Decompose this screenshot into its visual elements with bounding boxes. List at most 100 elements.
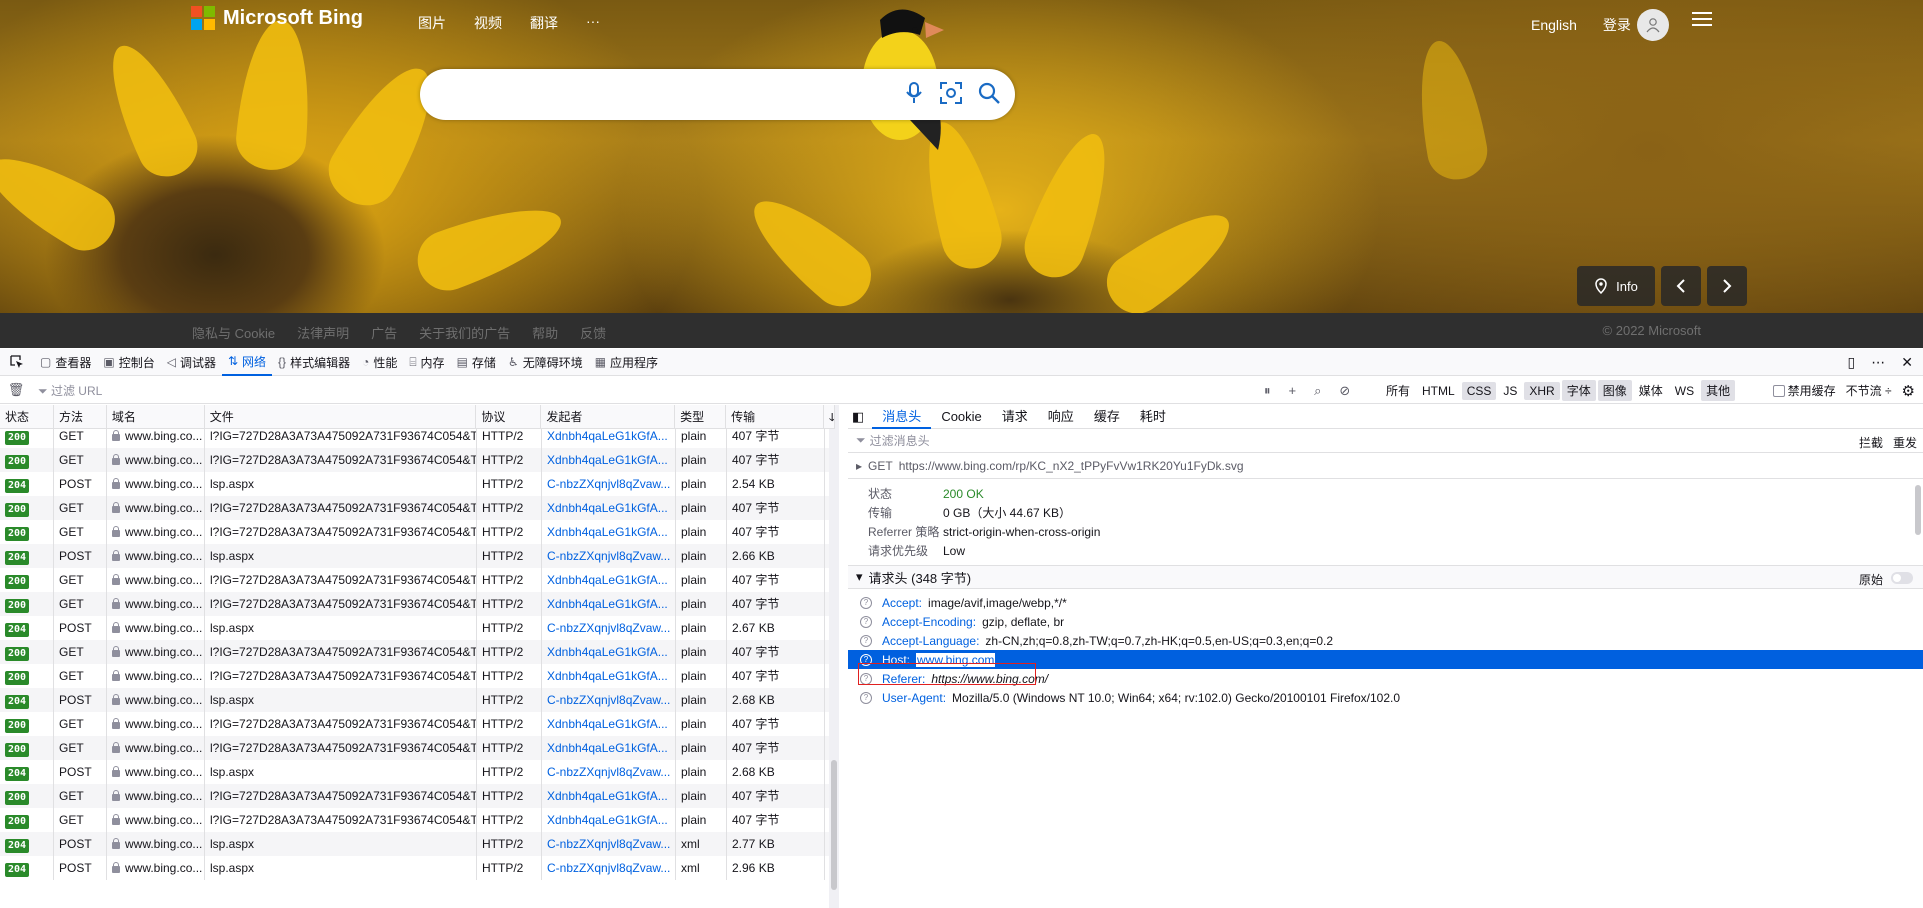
throttle-select[interactable]: 不节流 ÷	[1846, 382, 1892, 399]
dock-icon[interactable]: ▯	[1848, 354, 1856, 371]
avatar-icon[interactable]	[1636, 9, 1669, 41]
help-question-icon[interactable]: ?	[860, 691, 872, 704]
footer-link-ads[interactable]: 广告	[371, 323, 397, 342]
initiator-link[interactable]: C-nbzZXqnjvl8qZvaw...	[542, 616, 676, 640]
table-row[interactable]: 204 POST www.bing.co... lsp.aspx HTTP/2 C-nbz…	[0, 832, 835, 856]
tab-response[interactable]: 响应	[1038, 405, 1084, 429]
help-question-icon[interactable]: ?	[860, 596, 872, 609]
initiator-link[interactable]: Xdnbh4qaLeG1kGfA...	[542, 640, 676, 664]
initiator-link[interactable]: Xdnbh4qaLeG1kGfA...	[542, 448, 676, 472]
col-protocol[interactable]: 协议	[476, 405, 542, 428]
initiator-link[interactable]: C-nbzZXqnjvl8qZvaw...	[542, 760, 676, 784]
request-headers-section[interactable]: ▾ 请求头 (348 字节) 原始	[848, 565, 1923, 589]
initiator-link[interactable]: C-nbzZXqnjvl8qZvaw...	[542, 856, 676, 880]
initiator-link[interactable]: Xdnbh4qaLeG1kGfA...	[542, 568, 676, 592]
footer-link-help[interactable]: 帮助	[532, 323, 558, 342]
filter-images[interactable]: 图像	[1597, 380, 1632, 401]
col-transferred[interactable]: 传输	[726, 405, 824, 428]
clear-log-trash-icon[interactable]: 🗑	[0, 382, 32, 398]
disable-cache-checkbox[interactable]: 禁用缓存	[1772, 382, 1836, 399]
filter-js[interactable]: JS	[1498, 382, 1522, 400]
table-row[interactable]: 200 GET www.bing.co... l?IG=727D28A3A73A475…	[0, 592, 835, 616]
more-options-icon[interactable]: ⋯	[1871, 354, 1885, 371]
search-icon[interactable]	[977, 81, 1001, 105]
next-image-button[interactable]	[1707, 266, 1747, 306]
search-icon[interactable]: ⌕	[1314, 383, 1321, 399]
pause-icon[interactable]: ⏸	[1264, 383, 1271, 399]
table-row[interactable]: 200 GET www.bing.co... l?IG=727D28A3A73A475…	[0, 664, 835, 688]
nav-more[interactable]: ···	[586, 13, 600, 33]
initiator-link[interactable]: Xdnbh4qaLeG1kGfA...	[542, 664, 676, 688]
tab-performance[interactable]: ◔ 性能	[356, 349, 403, 376]
table-row[interactable]: 200 GET www.bing.co... l?IG=727D28A3A73A475…	[0, 808, 835, 832]
hamburger-menu-icon[interactable]	[1692, 12, 1712, 26]
help-question-icon[interactable]: ?	[860, 615, 872, 628]
table-row[interactable]: 200 GET www.bing.co... l?IG=727D28A3A73A475…	[0, 520, 835, 544]
initiator-link[interactable]: Xdnbh4qaLeG1kGfA...	[542, 712, 676, 736]
filter-fonts[interactable]: 字体	[1561, 380, 1596, 401]
initiator-link[interactable]: Xdnbh4qaLeG1kGfA...	[542, 736, 676, 760]
add-icon[interactable]: +	[1289, 383, 1297, 398]
col-domain[interactable]: 域名	[107, 405, 205, 428]
nav-videos[interactable]: 视频	[474, 13, 502, 33]
footer-link-about-ads[interactable]: 关于我们的广告	[419, 323, 510, 342]
request-list-scrollbar[interactable]	[829, 405, 839, 908]
nav-translate[interactable]: 翻译	[530, 13, 558, 33]
block-button[interactable]: 拦截	[1859, 434, 1883, 451]
help-question-icon[interactable]: ?	[860, 634, 872, 647]
microsoft-bing-logo[interactable]: Microsoft Bing	[191, 6, 363, 30]
resend-button[interactable]: 重发	[1893, 434, 1917, 451]
initiator-link[interactable]: Xdnbh4qaLeG1kGfA...	[542, 784, 676, 808]
login-link[interactable]: 登录	[1603, 15, 1631, 35]
tab-storage[interactable]: ▤ 存储	[451, 349, 502, 376]
footer-link-legal[interactable]: 法律声明	[297, 323, 349, 342]
col-initiator[interactable]: 发起者	[541, 405, 676, 428]
initiator-link[interactable]: C-nbzZXqnjvl8qZvaw...	[542, 544, 676, 568]
table-row[interactable]: 200 GET www.bing.co... l?IG=727D28A3A73A475…	[0, 640, 835, 664]
col-type[interactable]: 类型	[675, 405, 727, 428]
tab-cache[interactable]: 缓存	[1084, 405, 1130, 429]
block-icon[interactable]: ⊘	[1339, 383, 1350, 399]
visual-search-icon[interactable]	[939, 81, 963, 105]
filter-ws[interactable]: WS	[1670, 382, 1699, 400]
search-box[interactable]	[420, 69, 1015, 120]
initiator-link[interactable]: C-nbzZXqnjvl8qZvaw...	[542, 688, 676, 712]
filter-media[interactable]: 媒体	[1634, 380, 1668, 401]
col-size[interactable]: ↆ	[824, 405, 835, 428]
scrollbar-thumb[interactable]	[831, 760, 837, 890]
tab-memory[interactable]: ⌸ 内存	[403, 349, 450, 376]
initiator-link[interactable]: Xdnbh4qaLeG1kGfA...	[542, 808, 676, 832]
raw-toggle[interactable]	[1891, 572, 1913, 584]
table-row[interactable]: 204 POST www.bing.co... lsp.aspx HTTP/2 C-nbz…	[0, 688, 835, 712]
initiator-link[interactable]: Xdnbh4qaLeG1kGfA...	[542, 520, 676, 544]
previous-image-button[interactable]	[1661, 266, 1701, 306]
tab-console[interactable]: ▣ 控制台	[97, 349, 160, 376]
filter-all[interactable]: 所有	[1381, 380, 1415, 401]
microphone-icon[interactable]	[903, 81, 925, 105]
request-line[interactable]: ▸ GET https://www.bing.com/rp/KC_nX2_tPP…	[848, 453, 1923, 479]
tab-style-editor[interactable]: {} 样式编辑器	[272, 349, 356, 376]
initiator-link[interactable]: Xdnbh4qaLeG1kGfA...	[542, 592, 676, 616]
nav-images[interactable]: 图片	[418, 13, 446, 33]
filter-other[interactable]: 其他	[1701, 380, 1736, 401]
table-row[interactable]: 200 GET www.bing.co... l?IG=727D28A3A73A475…	[0, 712, 835, 736]
table-row[interactable]: 200 GET www.bing.co... l?IG=727D28A3A73A475…	[0, 784, 835, 808]
filter-html[interactable]: HTML	[1417, 382, 1460, 400]
table-row[interactable]: 200 GET www.bing.co... l?IG=727D28A3A73A475…	[0, 496, 835, 520]
table-row[interactable]: 204 POST www.bing.co... lsp.aspx HTTP/2 C-nbz…	[0, 856, 835, 880]
table-row[interactable]: 204 POST www.bing.co... lsp.aspx HTTP/2 C-nbz…	[0, 472, 835, 496]
header-row[interactable]: ? Accept: image/avif,image/webp,*/*	[848, 593, 1923, 612]
tab-network[interactable]: ⇅ 网络	[221, 349, 273, 376]
footer-link-privacy[interactable]: 隐私与 Cookie	[192, 323, 275, 342]
details-scrollbar-thumb[interactable]	[1915, 485, 1921, 535]
table-row[interactable]: 204 POST www.bing.co... lsp.aspx HTTP/2 C-nbz…	[0, 760, 835, 784]
tab-debugger[interactable]: ◁ 调试器	[161, 349, 222, 376]
table-row[interactable]: 204 POST www.bing.co... lsp.aspx HTTP/2 C-nbz…	[0, 616, 835, 640]
filter-css[interactable]: CSS	[1461, 381, 1497, 400]
url-filter-input[interactable]: ⏷ 过滤 URL	[32, 382, 1252, 399]
settings-gear-icon[interactable]: ⚙	[1902, 382, 1915, 400]
footer-link-feedback[interactable]: 反馈	[580, 323, 606, 342]
tab-accessibility[interactable]: ♿ 无障碍环境	[502, 349, 589, 376]
filter-xhr[interactable]: XHR	[1524, 381, 1560, 400]
header-row[interactable]: ? User-Agent: Mozilla/5.0 (Windows NT 10.0…	[848, 688, 1923, 707]
